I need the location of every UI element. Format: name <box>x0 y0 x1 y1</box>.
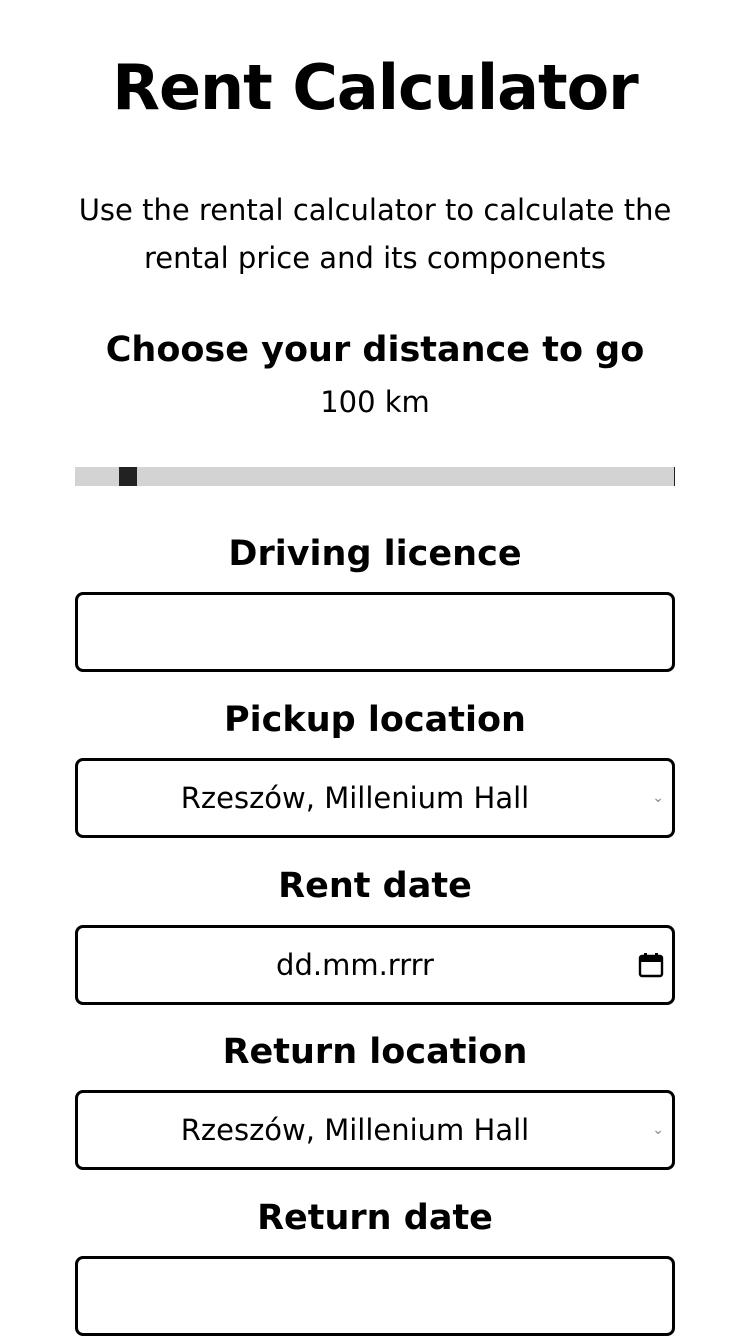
rent-date-label: Rent date <box>278 866 472 906</box>
chevron-down-icon: ⌄ <box>652 1122 664 1138</box>
return-date-input[interactable] <box>75 1256 675 1336</box>
return-location-label: Return location <box>222 1032 528 1072</box>
page-subtitle: Use the rental calculator to calculate t… <box>78 193 672 275</box>
driving-licence-value <box>78 595 672 669</box>
calendar-icon[interactable] <box>638 952 664 978</box>
pickup-location-label: Pickup location <box>224 700 526 740</box>
distance-label: Choose your distance to go <box>105 330 645 370</box>
chevron-down-icon: ⌄ <box>652 790 664 806</box>
distance-value: 100 km <box>320 385 430 419</box>
driving-licence-input[interactable] <box>75 592 675 672</box>
driving-licence-label: Driving licence <box>228 534 522 574</box>
page-title: Rent Calculator <box>112 51 639 124</box>
distance-slider[interactable] <box>75 467 675 486</box>
pickup-location-value: Rzeszów, Millenium Hall <box>180 781 530 815</box>
return-location-select[interactable]: Rzeszów, Millenium Hall ⌄ <box>75 1090 675 1170</box>
pickup-location-select[interactable]: Rzeszów, Millenium Hall ⌄ <box>75 758 675 838</box>
rent-date-input[interactable]: dd.mm.rrrr <box>75 925 675 1005</box>
return-location-value: Rzeszów, Millenium Hall <box>180 1113 530 1147</box>
distance-slider-thumb[interactable] <box>119 467 137 486</box>
return-date-label: Return date <box>257 1198 493 1238</box>
rent-date-placeholder: dd.mm.rrrr <box>276 948 434 982</box>
